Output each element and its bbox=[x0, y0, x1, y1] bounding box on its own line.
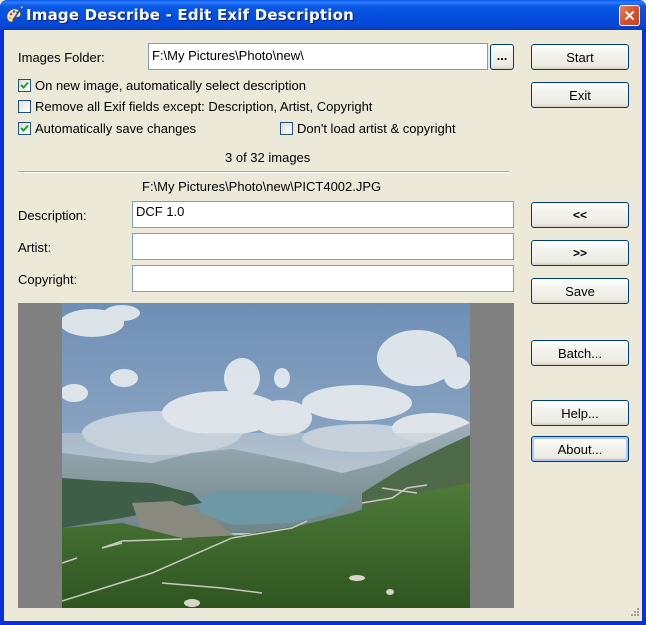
option-label: Remove all Exif fields except: Descripti… bbox=[35, 99, 373, 114]
close-button[interactable] bbox=[619, 5, 640, 26]
image-preview-panel bbox=[18, 303, 514, 608]
checkbox-dont-load-artist[interactable] bbox=[280, 122, 293, 135]
resize-grip-icon[interactable] bbox=[628, 607, 640, 619]
option-dont-load-artist[interactable]: Don't load artist & copyright bbox=[280, 121, 456, 136]
save-button[interactable]: Save bbox=[531, 278, 629, 304]
app-window: Image Describe - Edit Exif Description I… bbox=[0, 0, 646, 625]
option-auto-select-description[interactable]: On new image, automatically select descr… bbox=[18, 78, 306, 93]
batch-button[interactable]: Batch... bbox=[531, 340, 629, 366]
help-button[interactable]: Help... bbox=[531, 400, 629, 426]
description-label: Description: bbox=[18, 208, 87, 223]
dialog-body: Images Folder: F:\My Pictures\Photo\new\… bbox=[4, 30, 642, 621]
current-file-path: F:\My Pictures\Photo\new\PICT4002.JPG bbox=[142, 179, 382, 194]
artist-label: Artist: bbox=[18, 240, 52, 255]
option-label: On new image, automatically select descr… bbox=[35, 78, 306, 93]
checkmark-icon bbox=[20, 81, 29, 89]
checkbox-auto-save[interactable] bbox=[18, 122, 31, 135]
about-button[interactable]: About... bbox=[531, 436, 629, 462]
checkbox-remove-exif[interactable] bbox=[18, 100, 31, 113]
next-image-button[interactable]: >> bbox=[531, 240, 629, 266]
copyright-input[interactable] bbox=[132, 265, 514, 292]
description-input[interactable]: DCF 1.0 bbox=[132, 201, 514, 228]
exit-button[interactable]: Exit bbox=[531, 82, 629, 108]
copyright-label: Copyright: bbox=[18, 272, 78, 287]
option-remove-exif-fields[interactable]: Remove all Exif fields except: Descripti… bbox=[18, 99, 372, 114]
previous-image-button[interactable]: << bbox=[531, 202, 629, 228]
palette-icon bbox=[6, 6, 23, 23]
browse-folder-button[interactable]: ... bbox=[490, 44, 514, 70]
option-label: Don't load artist & copyright bbox=[297, 121, 456, 136]
separator bbox=[18, 171, 509, 173]
close-icon bbox=[624, 10, 635, 21]
option-auto-save[interactable]: Automatically save changes bbox=[18, 121, 196, 136]
option-label: Automatically save changes bbox=[35, 121, 197, 136]
checkbox-auto-select[interactable] bbox=[18, 79, 31, 92]
start-button[interactable]: Start bbox=[531, 44, 629, 70]
images-folder-label: Images Folder: bbox=[18, 50, 105, 65]
image-preview bbox=[62, 303, 470, 608]
images-folder-input[interactable]: F:\My Pictures\Photo\new\ bbox=[148, 43, 488, 70]
title-bar[interactable]: Image Describe - Edit Exif Description bbox=[0, 0, 646, 30]
artist-input[interactable] bbox=[132, 233, 514, 260]
window-title: Image Describe - Edit Exif Description bbox=[26, 6, 354, 24]
checkmark-icon bbox=[20, 124, 29, 132]
image-counter: 3 of 32 images bbox=[225, 150, 311, 165]
